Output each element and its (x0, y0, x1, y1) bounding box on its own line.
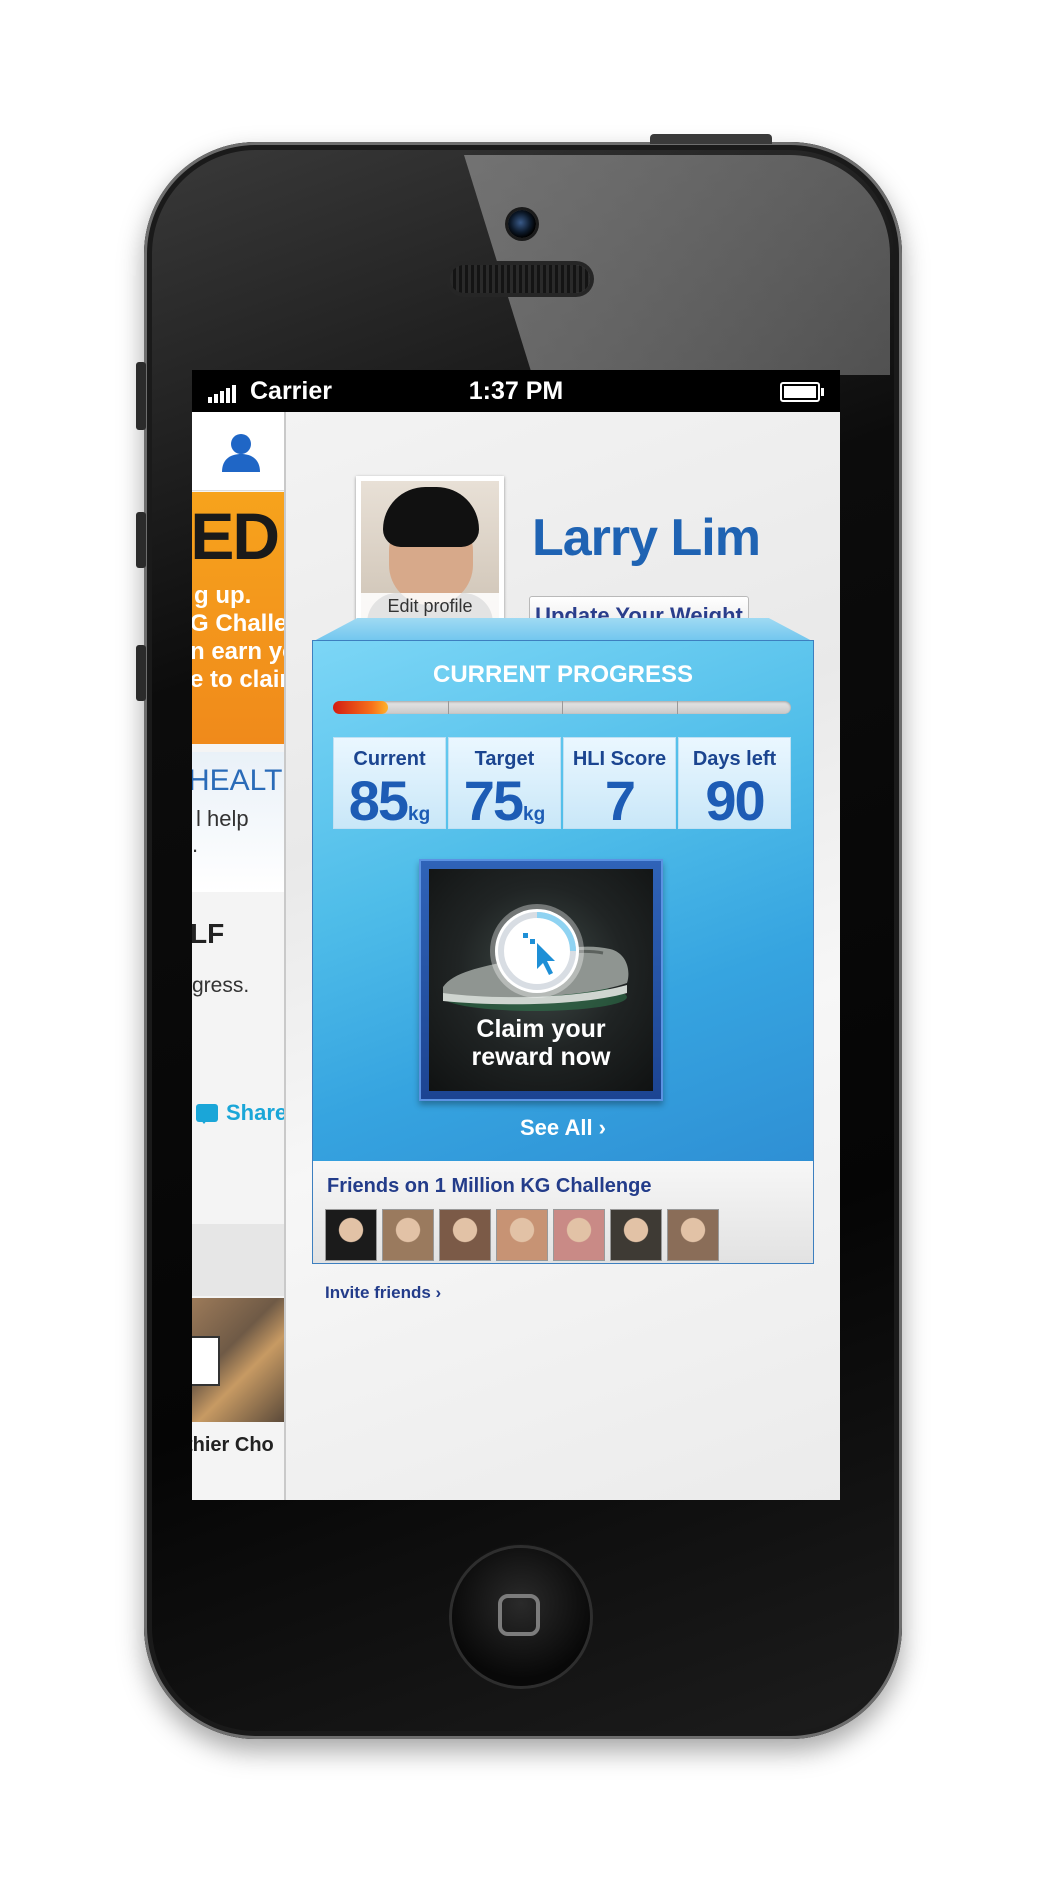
profile-panel: Edit profile Larry Lim Update Your Weigh… (286, 412, 840, 1500)
banner-heading: TED (192, 499, 280, 573)
stat-unit: kg (408, 804, 431, 825)
friend-avatar[interactable] (667, 1209, 719, 1261)
profile-avatar[interactable]: Edit profile (356, 476, 504, 624)
progress-bar-fill (333, 701, 388, 714)
volume-down-button (136, 645, 146, 701)
app-screen: Carrier 1:37 PM TED g up. G Challeng n e… (192, 370, 840, 1500)
volume-up-button (136, 512, 146, 568)
stat-label: Days left (692, 748, 777, 770)
see-all-link[interactable]: See All › (313, 1115, 813, 1141)
friend-avatar[interactable] (325, 1209, 377, 1261)
progress-card: CURRENT PROGRESS Current 85kg Target 75k… (312, 640, 814, 1302)
claim-line-1: Claim your (476, 1015, 606, 1043)
friends-section: Friends on 1 Million KG Challenge Invite… (313, 1161, 813, 1302)
menu-divider (192, 1224, 284, 1296)
share-label: Share (226, 1100, 286, 1125)
stat-label: HLI Score (572, 748, 667, 770)
claim-reward-button[interactable]: Claim your reward now (419, 859, 663, 1101)
stat-label: Target (474, 748, 535, 770)
friends-title: Friends on 1 Million KG Challenge (327, 1175, 652, 1197)
stat-value: 7 (604, 769, 636, 832)
stat-label: Current (353, 748, 426, 770)
progress-title: CURRENT PROGRESS (432, 661, 694, 688)
reward-image: Claim your reward now (429, 869, 653, 1091)
front-camera (508, 210, 536, 238)
friend-avatar-row (325, 1209, 719, 1261)
article-photo[interactable] (192, 1298, 284, 1422)
banner-line-3: n earn you (192, 638, 284, 665)
stat-hli-score: HLI Score 7 (563, 737, 676, 829)
banner-line-1: g up. (194, 582, 252, 609)
mute-switch (136, 362, 146, 430)
stat-value: 90 (705, 769, 765, 832)
section-text: gress. (192, 974, 250, 997)
banner-line-2: G Challeng (192, 610, 284, 637)
stat-target: Target 75kg (448, 737, 561, 829)
cursor-click-icon (495, 909, 579, 993)
claim-line-2: reward now (471, 1043, 611, 1071)
clock: 1:37 PM (468, 377, 564, 405)
document-icon (192, 1336, 220, 1386)
stats-row: Current 85kg Target 75kg HLI Score 7 Day… (333, 737, 791, 829)
invite-friends-link[interactable]: Invite friends › (325, 1283, 441, 1303)
side-menu-panel[interactable]: TED g up. G Challeng n earn you e to cla… (192, 412, 286, 1500)
friend-avatar[interactable] (610, 1209, 662, 1261)
profile-name: Larry Lim (532, 509, 761, 567)
friend-avatar[interactable] (439, 1209, 491, 1261)
stat-current: Current 85kg (333, 737, 446, 829)
stat-value: 75 (463, 769, 524, 832)
article-title[interactable]: thier Cho (192, 1434, 274, 1457)
power-button (650, 134, 772, 144)
stat-value: 85 (348, 769, 409, 832)
friend-avatar[interactable] (553, 1209, 605, 1261)
section-heading: LF (192, 918, 225, 949)
card-notch (312, 618, 814, 642)
side-menu-topbar (192, 412, 284, 491)
banner-line-4: e to claim. (192, 666, 284, 693)
comment-icon (196, 1104, 218, 1124)
stat-unit: kg (523, 804, 546, 825)
stat-days-left: Days left 90 (678, 737, 791, 829)
friend-avatar[interactable] (496, 1209, 548, 1261)
health-heading: HEALTH (192, 764, 284, 797)
promo-banner[interactable]: TED g up. G Challeng n earn you e to cla… (192, 492, 284, 744)
progress-bar (333, 701, 791, 714)
claim-reward-label: Claim your reward now (429, 1015, 653, 1071)
edit-profile-button[interactable]: Edit profile (361, 593, 499, 619)
status-bar: Carrier 1:37 PM (192, 370, 840, 412)
user-profile-icon[interactable] (220, 432, 262, 472)
battery-icon (780, 382, 824, 402)
home-button-icon (498, 1594, 540, 1636)
health-text-2: . (192, 832, 199, 857)
friend-avatar[interactable] (382, 1209, 434, 1261)
earpiece-speaker (450, 265, 590, 293)
home-button[interactable] (452, 1548, 590, 1686)
share-button[interactable]: Share (196, 1100, 286, 1126)
health-text-1: l help (196, 806, 249, 831)
